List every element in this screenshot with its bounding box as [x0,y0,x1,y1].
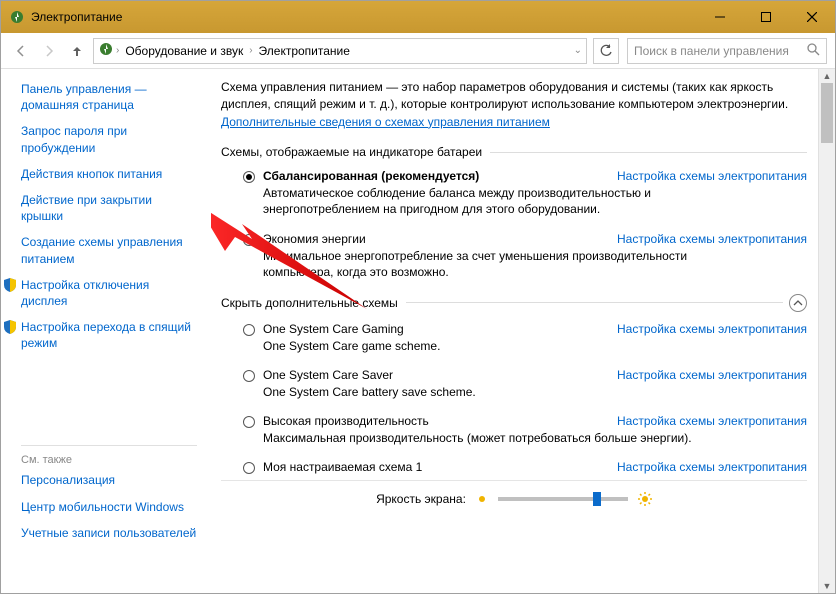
search-icon [807,43,820,59]
plan-settings-link[interactable]: Настройка схемы электропитания [617,169,807,183]
seealso-personalization[interactable]: Персонализация [21,472,197,488]
intro-text: Схема управления питанием — это набор па… [221,79,807,131]
sidebar-home[interactable]: Панель управления — домашняя страница [21,81,197,113]
chevron-down-icon[interactable]: ⌄ [574,45,582,56]
plan-name[interactable]: Сбалансированная (рекомендуется) [263,169,479,183]
sidebar-require-password[interactable]: Запрос пароля при пробуждении [21,123,197,155]
breadcrumb[interactable]: › Оборудование и звук › Электропитание ⌄ [93,38,587,64]
scroll-up-icon[interactable]: ▲ [819,69,835,83]
plan-name[interactable]: Моя настраиваемая схема 1 [263,460,422,474]
section-battery-plans: Схемы, отображаемые на индикаторе батаре… [221,145,807,159]
scrollbar-thumb[interactable] [821,83,833,143]
plan-radio[interactable] [243,171,255,183]
plan-desc: Максимальная производительность (может п… [263,430,743,446]
vertical-scrollbar[interactable]: ▲ ▼ [818,69,835,593]
plan-gaming: One System Care Gaming Настройка схемы э… [243,322,807,354]
plan-desc: One System Care game scheme. [263,338,743,354]
chevron-right-icon: › [116,45,119,56]
plan-radio[interactable] [243,324,255,336]
plan-settings-link[interactable]: Настройка схемы электропитания [617,368,807,382]
plan-desc: Автоматическое соблюдение баланса между … [263,185,743,217]
sidebar: Панель управления — домашняя страница За… [1,69,211,593]
sun-bright-icon [638,492,652,506]
window-title: Электропитание [31,10,122,24]
plan-custom1: Моя настраиваемая схема 1 Настройка схем… [243,460,807,474]
app-icon [9,9,25,25]
search-input[interactable]: Поиск в панели управления [627,38,827,64]
plan-settings-link[interactable]: Настройка схемы электропитания [617,414,807,428]
plan-highperf: Высокая производительность Настройка схе… [243,414,807,446]
plan-balanced: Сбалансированная (рекомендуется) Настрой… [243,169,807,217]
breadcrumb-icon [98,41,114,60]
power-options-window: Электропитание › Оборудование и звук › Э… [0,0,836,594]
seealso-accounts[interactable]: Учетные записи пользователей [21,525,197,541]
plan-radio[interactable] [243,370,255,382]
chevron-right-icon: › [249,45,252,56]
breadcrumb-hardware[interactable]: Оборудование и звук [121,44,247,58]
plan-radio[interactable] [243,234,255,246]
plan-name[interactable]: One System Care Gaming [263,322,404,336]
plan-radio[interactable] [243,416,255,428]
shield-icon [3,278,17,292]
sidebar-power-buttons[interactable]: Действия кнопок питания [21,166,197,182]
address-bar: › Оборудование и звук › Электропитание ⌄… [1,33,835,69]
plan-saver: One System Care Saver Настройка схемы эл… [243,368,807,400]
scroll-down-icon[interactable]: ▼ [819,579,835,593]
close-button[interactable] [789,1,835,33]
maximize-button[interactable] [743,1,789,33]
sidebar-lid-action[interactable]: Действие при закрытии крышки [21,192,197,224]
up-button[interactable] [65,39,89,63]
content-area: Панель управления — домашняя страница За… [1,69,835,593]
sidebar-display-off[interactable]: Настройка отключения дисплея [3,277,197,309]
plan-desc: Минимальное энергопотребление за счет ум… [263,248,743,280]
breadcrumb-power[interactable]: Электропитание [255,44,354,58]
refresh-button[interactable] [593,38,619,64]
see-also-label: См. также [21,454,197,466]
plan-name[interactable]: Высокая производительность [263,414,429,428]
minimize-button[interactable] [697,1,743,33]
slider-thumb[interactable] [593,492,601,506]
search-placeholder: Поиск в панели управления [634,44,807,58]
plan-name[interactable]: One System Care Saver [263,368,393,382]
sidebar-sleep[interactable]: Настройка перехода в спящий режим [3,319,197,351]
forward-button[interactable] [37,39,61,63]
sun-dim-icon [476,493,488,505]
back-button[interactable] [9,39,33,63]
plan-radio[interactable] [243,462,255,474]
plan-settings-link[interactable]: Настройка схемы электропитания [617,322,807,336]
plan-settings-link[interactable]: Настройка схемы электропитания [617,232,807,246]
sidebar-separator [21,445,197,446]
brightness-label: Яркость экрана: [376,492,466,506]
main-panel: Схема управления питанием — это набор па… [211,69,835,593]
intro-link[interactable]: Дополнительные сведения о схемах управле… [221,115,550,129]
brightness-slider[interactable] [498,497,628,501]
plan-powersaver: Экономия энергии Настройка схемы электро… [243,232,807,280]
sidebar-create-plan[interactable]: Создание схемы управления питанием [21,234,197,266]
plan-desc: One System Care battery save scheme. [263,384,743,400]
brightness-bar: Яркость экрана: [221,480,807,516]
shield-icon [3,320,17,334]
plan-settings-link[interactable]: Настройка схемы электропитания [617,460,807,474]
collapse-icon[interactable] [789,294,807,312]
plan-name[interactable]: Экономия энергии [263,232,366,246]
section-hide-extra[interactable]: Скрыть дополнительные схемы [221,294,807,312]
seealso-mobility[interactable]: Центр мобильности Windows [21,499,197,515]
window-controls [697,1,835,33]
titlebar: Электропитание [1,1,835,33]
